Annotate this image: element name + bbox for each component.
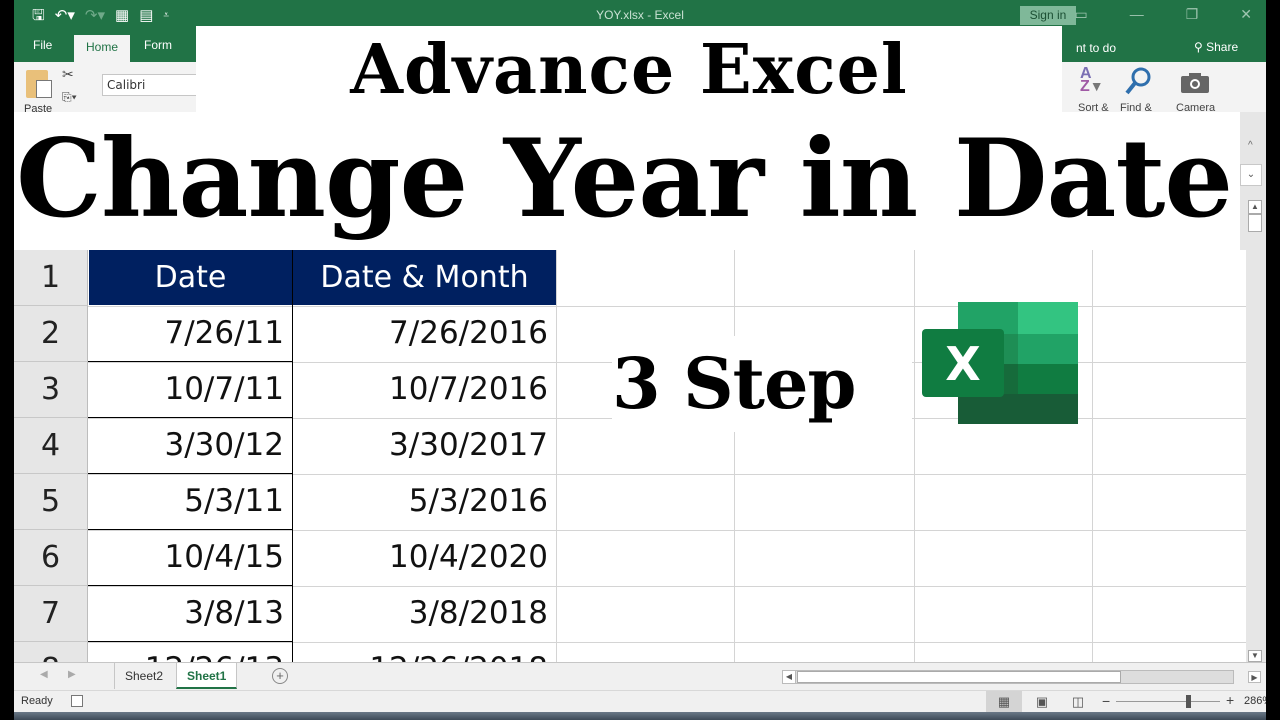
cut-icon[interactable]: ✂ <box>62 66 74 83</box>
cell-date[interactable]: 7/26/11 <box>89 306 292 361</box>
tab-file[interactable]: File <box>33 38 52 52</box>
banner-main: Change Year in Date <box>14 112 1240 250</box>
screen-edge-left <box>0 0 14 720</box>
tab-home[interactable]: Home <box>74 35 131 62</box>
svg-text:X: X <box>945 337 980 391</box>
banner-top-text: Advance Excel <box>350 30 908 110</box>
vertical-scroll-thumb[interactable] <box>1248 214 1262 232</box>
row-header[interactable]: 6 <box>14 530 88 586</box>
row-header[interactable]: 2 <box>14 306 88 362</box>
collapse-ribbon-icon[interactable]: ^ <box>1248 140 1253 151</box>
copy-icon[interactable]: ⎘▾ <box>62 90 77 105</box>
window-controls: ▭ — ❐ ✕ <box>1074 6 1252 23</box>
cell-date-month[interactable]: 10/7/2016 <box>293 362 556 417</box>
row-header[interactable]: 4 <box>14 418 88 474</box>
zoom-slider-track[interactable] <box>1116 701 1220 702</box>
cell-date-month[interactable]: 3/8/2018 <box>293 586 556 641</box>
font-name-select[interactable]: Calibri <box>102 74 202 96</box>
zoom-slider-thumb[interactable] <box>1186 695 1191 708</box>
next-sheet-icon[interactable]: ▶ <box>68 669 76 680</box>
cell-date-month[interactable]: 12/26/2018 <box>293 642 556 662</box>
status-bar: Ready ▦ ▣ ◫ − + 286% <box>14 690 1272 712</box>
column-header-date-month[interactable]: Date & Month <box>293 250 556 305</box>
cell-date-month[interactable]: 5/3/2016 <box>293 474 556 529</box>
sheet-tab-sheet2[interactable]: Sheet2 <box>114 663 173 689</box>
spreadsheet-grid[interactable]: 1 Date Date & Month 2 7/26/11 7/26/2016 3 10/7/… <box>14 250 1246 662</box>
cell-date-month[interactable]: 3/30/2017 <box>293 418 556 473</box>
row-header[interactable]: 7 <box>14 586 88 642</box>
row-header[interactable]: 8 <box>14 642 88 662</box>
grid-column-line <box>914 250 915 662</box>
camera-icon[interactable] <box>1180 72 1210 94</box>
sign-in-button[interactable]: Sign in <box>1020 6 1076 25</box>
zoom-out-button[interactable]: − <box>1102 693 1110 709</box>
restore-icon[interactable]: ❐ <box>1186 6 1199 23</box>
page-layout-view-button[interactable]: ▣ <box>1024 691 1060 712</box>
os-taskbar <box>14 712 1266 720</box>
share-button[interactable]: ⚲ Share <box>1194 40 1238 54</box>
screen-edge-right <box>1266 0 1280 720</box>
status-ready: Ready <box>21 695 53 707</box>
normal-view-button[interactable]: ▦ <box>986 691 1022 712</box>
column-header-date[interactable]: Date <box>89 250 292 305</box>
tab-formulas[interactable]: Form <box>144 38 172 52</box>
step-overlay: 3 Step <box>612 336 912 432</box>
cell-date[interactable]: 10/4/15 <box>89 530 292 585</box>
grid-column-line <box>556 250 557 662</box>
row-header[interactable]: 3 <box>14 362 88 418</box>
paste-icon[interactable] <box>26 70 52 98</box>
share-label: Share <box>1206 40 1239 54</box>
prev-sheet-icon[interactable]: ◀ <box>40 669 48 680</box>
grid-column-line <box>734 250 735 662</box>
find-select-icon[interactable] <box>1124 66 1152 96</box>
ribbon-display-icon[interactable]: ▭ <box>1074 6 1087 23</box>
tell-me-search[interactable]: nt to do <box>1076 41 1116 55</box>
scroll-right-button[interactable]: ▶ <box>1248 671 1261 683</box>
minimize-icon[interactable]: — <box>1130 6 1144 23</box>
excel-logo-icon: X <box>922 302 1078 424</box>
cell-border <box>292 250 293 662</box>
close-icon[interactable]: ✕ <box>1240 6 1252 23</box>
row-header[interactable]: 1 <box>14 250 88 306</box>
sheet-tabs-bar: ◀ ▶ Sheet2 Sheet1 + ◀ ▶ <box>14 662 1266 690</box>
cell-date[interactable]: 12/26/13 <box>89 642 292 662</box>
horizontal-scrollbar[interactable]: ◀ ▶ <box>782 670 1261 684</box>
scroll-left-button[interactable]: ◀ <box>783 671 796 683</box>
banner-main-title: Change Year in Date <box>16 116 1233 242</box>
cell-date-month[interactable]: 10/4/2020 <box>293 530 556 585</box>
scroll-down-button[interactable]: ▼ <box>1248 650 1262 662</box>
zoom-in-button[interactable]: + <box>1226 692 1234 708</box>
cell-date[interactable]: 3/30/12 <box>89 418 292 473</box>
step-label: 3 Step <box>612 342 856 425</box>
scroll-up-button[interactable]: ▲ <box>1248 200 1262 214</box>
banner-top: Advance Excel <box>196 26 1062 112</box>
horizontal-scroll-thumb[interactable] <box>797 671 1121 683</box>
add-sheet-button[interactable]: + <box>272 668 288 684</box>
person-add-icon: ⚲ <box>1194 40 1207 54</box>
expand-formula-bar-icon[interactable]: ⌄ <box>1240 164 1262 186</box>
cell-date[interactable]: 10/7/11 <box>89 362 292 417</box>
cell-date[interactable]: 5/3/11 <box>89 474 292 529</box>
macro-record-icon[interactable] <box>71 695 83 707</box>
sort-filter-icon[interactable]: A Z▼ <box>1080 66 1104 95</box>
sheet-tab-sheet1[interactable]: Sheet1 <box>176 663 238 689</box>
cell-date[interactable]: 3/8/13 <box>89 586 292 641</box>
grid-column-line <box>1092 250 1093 662</box>
cell-date-month[interactable]: 7/26/2016 <box>293 306 556 361</box>
page-break-view-button[interactable]: ◫ <box>1060 691 1096 712</box>
row-header[interactable]: 5 <box>14 474 88 530</box>
